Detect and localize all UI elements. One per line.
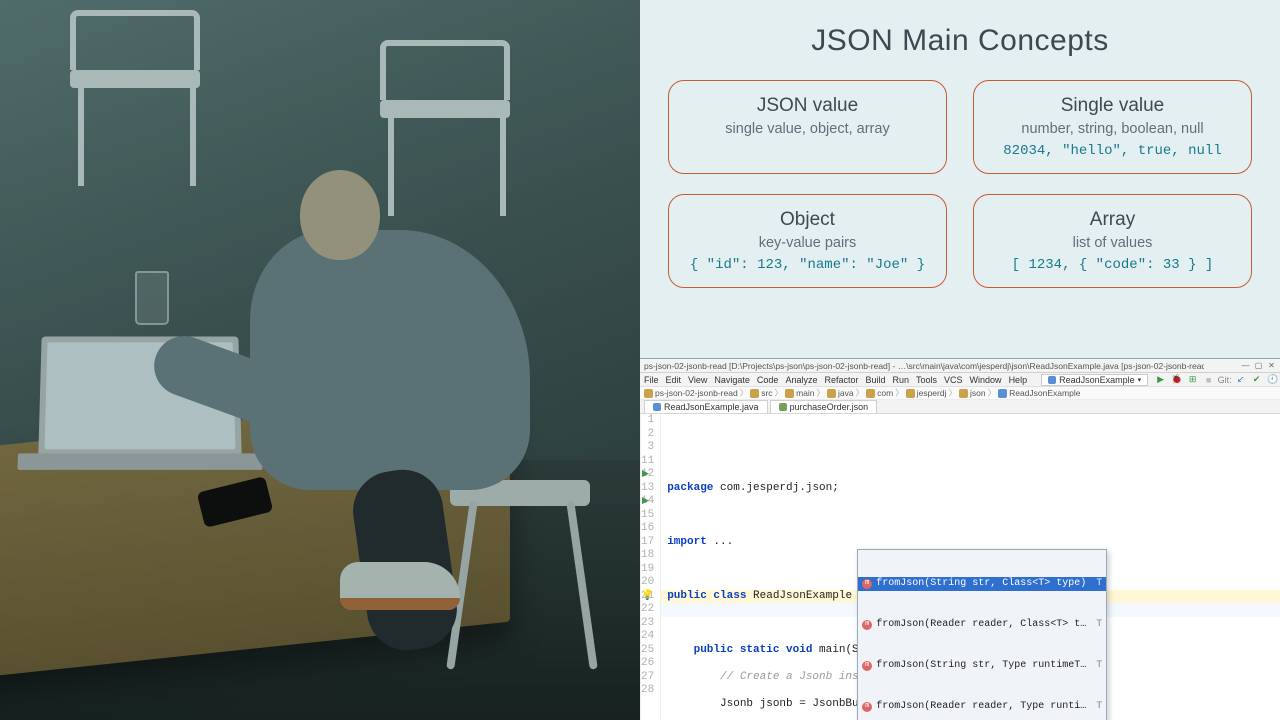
- card-single-value: Single value number, string, boolean, nu…: [973, 80, 1252, 174]
- card-json-value: JSON value single value, object, array: [668, 80, 947, 174]
- card-title: Object: [681, 209, 934, 231]
- completion-item[interactable]: mfromJson(String str, Class<T> type)T: [858, 577, 1106, 591]
- vcs-update-icon[interactable]: ↙: [1235, 374, 1246, 385]
- menu-view[interactable]: View: [688, 375, 707, 385]
- menubar: File Edit View Navigate Code Analyze Ref…: [640, 373, 1280, 387]
- menu-tools[interactable]: Tools: [916, 375, 937, 385]
- menu-analyze[interactable]: Analyze: [785, 375, 817, 385]
- tab-purchaseorder[interactable]: purchaseOrder.json: [770, 400, 878, 413]
- card-array: Array list of values [ 1234, { "code": 3…: [973, 194, 1252, 288]
- module-icon: [644, 389, 653, 398]
- json-file-icon: [779, 403, 787, 411]
- navigation-bar[interactable]: ps-json-02-jsonb-read〉 src〉 main〉 java〉 …: [640, 387, 1280, 400]
- card-example: [ 1234, { "code": 33 } ]: [986, 257, 1239, 273]
- java-file-icon: [653, 403, 661, 411]
- debug-icon[interactable]: 🐞: [1171, 374, 1182, 385]
- card-title: Array: [986, 209, 1239, 231]
- minimize-icon[interactable]: —: [1241, 361, 1250, 370]
- method-icon: m: [862, 620, 872, 630]
- window-title: ps-json-02-jsonb-read [D:\Projects\ps-js…: [644, 361, 1204, 371]
- menu-vcs[interactable]: VCS: [944, 375, 963, 385]
- class-icon: [998, 389, 1007, 398]
- vcs-commit-icon[interactable]: ✔: [1251, 374, 1262, 385]
- card-subtitle: list of values: [986, 235, 1239, 251]
- completion-item[interactable]: mfromJson(Reader reader, Type runti…T: [858, 700, 1106, 714]
- editor-tabs: ReadJsonExample.java purchaseOrder.json: [640, 400, 1280, 414]
- maximize-icon[interactable]: ▢: [1254, 361, 1263, 370]
- coverage-icon[interactable]: ⊞: [1187, 374, 1198, 385]
- card-object: Object key-value pairs { "id": 123, "nam…: [668, 194, 947, 288]
- class-icon: [1048, 376, 1056, 384]
- code-editor[interactable]: ▶ ▶ 💡 1 2 3 11 12 13 14 15 16 17 18 19 2…: [640, 414, 1280, 720]
- close-icon[interactable]: ✕: [1267, 361, 1276, 370]
- folder-icon: [906, 389, 915, 398]
- stop-icon[interactable]: ■: [1203, 374, 1214, 385]
- method-icon: m: [862, 579, 872, 589]
- card-example: 82034, "hello", true, null: [986, 143, 1239, 159]
- menu-build[interactable]: Build: [865, 375, 885, 385]
- completion-item[interactable]: mfromJson(Reader reader, Class<T> t…T: [858, 618, 1106, 632]
- ide-titlebar: ps-json-02-jsonb-read [D:\Projects\ps-js…: [640, 359, 1280, 373]
- method-icon: m: [862, 702, 872, 712]
- menu-window[interactable]: Window: [970, 375, 1002, 385]
- menu-navigate[interactable]: Navigate: [714, 375, 750, 385]
- completion-item[interactable]: mfromJson(String str, Type runtimeT…T: [858, 659, 1106, 673]
- run-line-marker[interactable]: ▶: [642, 495, 649, 509]
- tab-readjsonexample[interactable]: ReadJsonExample.java: [644, 400, 768, 413]
- concepts-slide: JSON Main Concepts JSON value single val…: [640, 0, 1280, 358]
- card-subtitle: single value, object, array: [681, 121, 934, 137]
- menu-refactor[interactable]: Refactor: [824, 375, 858, 385]
- card-title: JSON value: [681, 95, 934, 117]
- menu-help[interactable]: Help: [1009, 375, 1028, 385]
- chevron-down-icon: ▾: [1138, 376, 1142, 384]
- run-icon[interactable]: ▶: [1155, 374, 1166, 385]
- method-icon: m: [862, 661, 872, 671]
- menu-code[interactable]: Code: [757, 375, 779, 385]
- folder-icon: [827, 389, 836, 398]
- folder-icon: [785, 389, 794, 398]
- menu-file[interactable]: File: [644, 375, 659, 385]
- card-subtitle: key-value pairs: [681, 235, 934, 251]
- vcs-history-icon[interactable]: 🕘: [1267, 374, 1278, 385]
- menu-edit[interactable]: Edit: [666, 375, 682, 385]
- ide-window: ps-json-02-jsonb-read [D:\Projects\ps-js…: [640, 358, 1280, 720]
- folder-icon: [866, 389, 875, 398]
- gutter-run-markers[interactable]: ▶ ▶ 💡: [640, 414, 641, 720]
- line-number-gutter[interactable]: 1 2 3 11 12 13 14 15 16 17 18 19 20 21 2…: [641, 414, 661, 720]
- course-hero-photo: [0, 0, 640, 720]
- run-config-selector[interactable]: ReadJsonExample ▾: [1041, 374, 1148, 386]
- card-example: { "id": 123, "name": "Joe" }: [681, 257, 934, 273]
- card-title: Single value: [986, 95, 1239, 117]
- intention-bulb-icon[interactable]: 💡: [641, 590, 653, 604]
- run-line-marker[interactable]: ▶: [642, 468, 649, 482]
- menu-run[interactable]: Run: [893, 375, 910, 385]
- code-completion-popup[interactable]: mfromJson(String str, Class<T> type)T mf…: [857, 549, 1107, 720]
- card-subtitle: number, string, boolean, null: [986, 121, 1239, 137]
- folder-icon: [959, 389, 968, 398]
- folder-icon: [750, 389, 759, 398]
- slide-title: JSON Main Concepts: [668, 24, 1252, 58]
